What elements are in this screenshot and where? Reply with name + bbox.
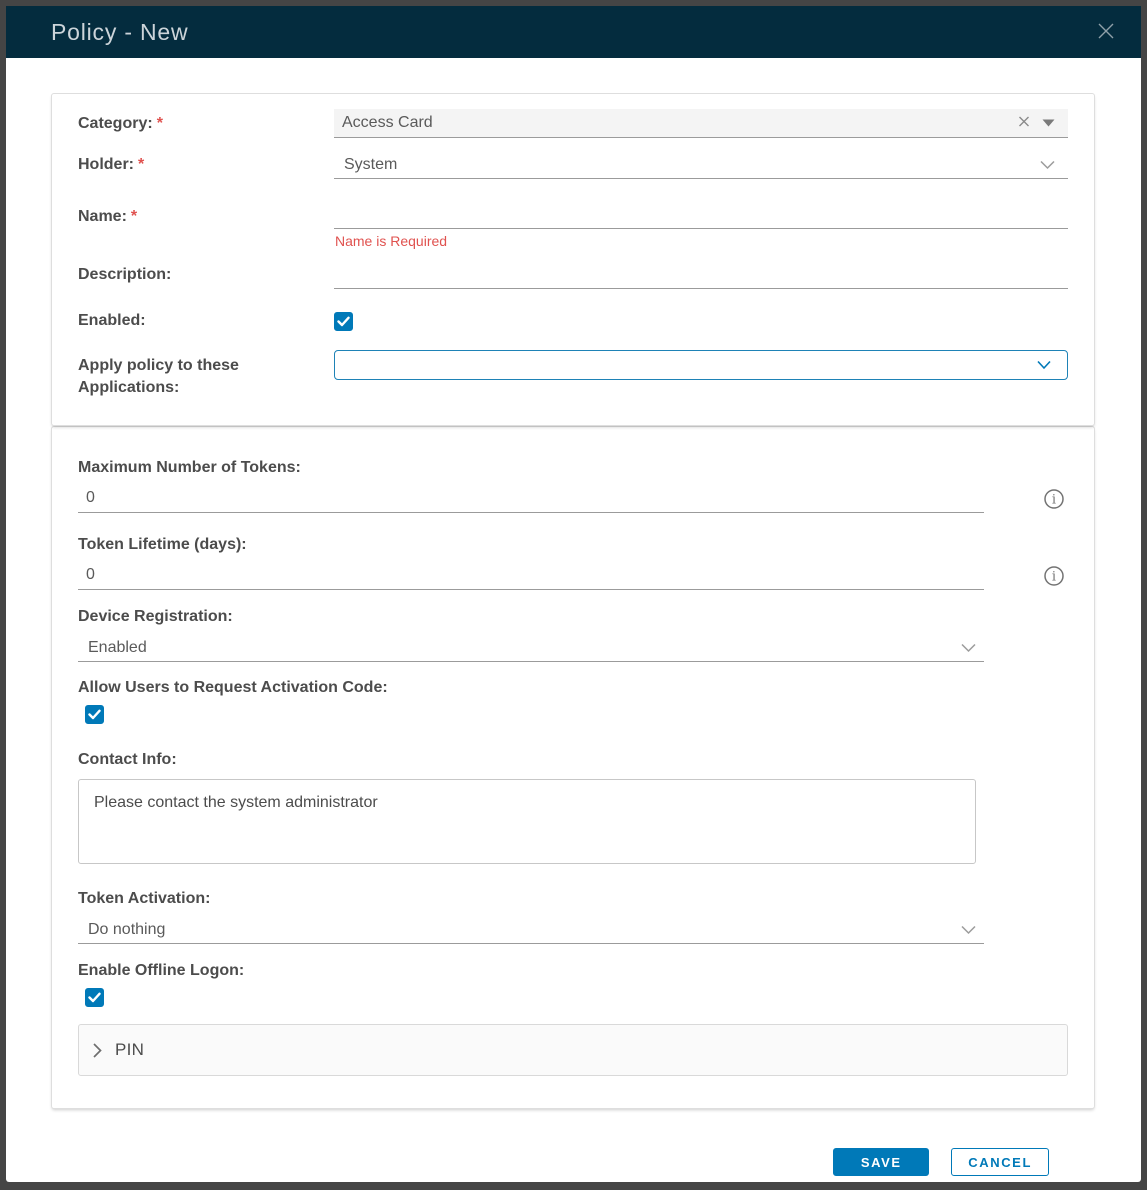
name-error-message: Name is Required — [334, 234, 1068, 249]
max-tokens-field-wrap — [78, 485, 984, 513]
device-registration-value: Enabled — [88, 639, 147, 657]
chevron-down-icon — [961, 925, 976, 934]
allow-activation-code-label: Allow Users to Request Activation Code: — [78, 677, 1068, 699]
info-icon[interactable]: i — [1043, 565, 1065, 587]
description-field-wrap — [334, 261, 1068, 289]
offline-logon-checkbox[interactable] — [85, 988, 104, 1007]
token-lifetime-row: i — [78, 562, 1068, 590]
device-registration-label: Device Registration: — [78, 606, 1068, 628]
token-activation-group: Token Activation: Do nothing — [78, 888, 1068, 944]
holder-label: Holder:* — [78, 154, 334, 176]
enabled-label: Enabled: — [78, 310, 334, 332]
contact-info-group: Contact Info: Please contact the system … — [78, 749, 1068, 869]
token-lifetime-label: Token Lifetime (days): — [78, 534, 1068, 556]
max-tokens-input[interactable] — [78, 485, 984, 513]
settings-section: Maximum Number of Tokens: i Token Lifeti… — [51, 426, 1095, 1109]
name-input[interactable] — [334, 201, 1068, 229]
svg-text:i: i — [1052, 493, 1056, 508]
description-row: Description: — [78, 261, 1068, 289]
required-asterisk: * — [157, 115, 163, 132]
applications-label: Apply policy to these Applications: — [78, 350, 334, 399]
category-row: Category:* Access Card — [78, 109, 1068, 138]
dialog-title: Policy - New — [51, 19, 1093, 46]
offline-logon-label: Enable Offline Logon: — [78, 960, 1068, 982]
checkmark-icon — [88, 709, 101, 720]
device-registration-group: Device Registration: Enabled — [78, 606, 1068, 662]
close-button[interactable] — [1093, 19, 1119, 45]
contact-info-textarea[interactable]: Please contact the system administrator — [78, 779, 976, 864]
category-label: Category:* — [78, 113, 334, 135]
clear-selection-button[interactable] — [1018, 116, 1030, 131]
token-activation-select[interactable]: Do nothing — [78, 916, 984, 944]
description-label: Description: — [78, 264, 334, 286]
checkmark-icon — [88, 992, 101, 1003]
offline-logon-group: Enable Offline Logon: — [78, 960, 1068, 1007]
applications-field-wrap — [334, 350, 1068, 380]
token-lifetime-field-wrap — [78, 562, 984, 590]
holder-select[interactable]: System — [334, 151, 1068, 179]
chevron-down-icon — [961, 643, 976, 652]
save-button[interactable]: SAVE — [833, 1148, 929, 1176]
name-label: Name:* — [78, 201, 334, 228]
holder-row: Holder:* System — [78, 151, 1068, 179]
dialog-body: Category:* Access Card — [6, 58, 1141, 1176]
allow-activation-code-group: Allow Users to Request Activation Code: — [78, 677, 1068, 724]
allow-activation-code-checkbox[interactable] — [85, 705, 104, 724]
max-tokens-row: i — [78, 485, 1068, 513]
clear-x-icon — [1018, 116, 1030, 131]
holder-value: System — [344, 156, 397, 174]
description-input[interactable] — [334, 261, 1068, 289]
category-select[interactable]: Access Card — [334, 109, 1068, 138]
holder-field-wrap: System — [334, 151, 1068, 179]
info-icon[interactable]: i — [1043, 488, 1065, 510]
required-asterisk: * — [138, 156, 144, 173]
device-registration-select[interactable]: Enabled — [78, 634, 984, 662]
close-icon — [1095, 20, 1117, 45]
dialog-footer: SAVE CANCEL — [51, 1109, 1095, 1176]
dropdown-triangle-icon[interactable] — [1042, 119, 1055, 127]
name-field-wrap: Name is Required — [334, 201, 1068, 249]
contact-info-label: Contact Info: — [78, 749, 1068, 771]
checkmark-icon — [337, 316, 350, 327]
max-tokens-group: Maximum Number of Tokens: i — [78, 457, 1068, 513]
svg-text:i: i — [1052, 570, 1056, 585]
token-activation-label: Token Activation: — [78, 888, 1068, 910]
dialog-titlebar: Policy - New — [6, 6, 1141, 58]
category-field-wrap: Access Card — [334, 109, 1068, 138]
cancel-button[interactable]: CANCEL — [951, 1148, 1049, 1176]
applications-row: Apply policy to these Applications: — [78, 350, 1068, 399]
name-row: Name:* Name is Required — [78, 201, 1068, 249]
token-lifetime-input[interactable] — [78, 562, 984, 590]
token-lifetime-group: Token Lifetime (days): i — [78, 534, 1068, 590]
category-value: Access Card — [342, 114, 433, 132]
enabled-checkbox[interactable] — [334, 312, 353, 331]
chevron-down-icon — [1040, 160, 1055, 169]
pin-section-label: PIN — [115, 1040, 144, 1060]
policy-new-dialog: Policy - New Category:* Access Card — [6, 6, 1141, 1182]
general-section: Category:* Access Card — [51, 93, 1095, 426]
token-activation-value: Do nothing — [88, 921, 165, 939]
required-asterisk: * — [131, 208, 137, 225]
applications-multiselect[interactable] — [334, 350, 1068, 380]
enabled-field-wrap — [334, 312, 1068, 331]
chevron-right-icon — [93, 1043, 102, 1058]
pin-expander[interactable]: PIN — [78, 1024, 1068, 1076]
max-tokens-label: Maximum Number of Tokens: — [78, 457, 1068, 479]
chevron-down-icon — [1037, 361, 1051, 370]
enabled-row: Enabled: — [78, 310, 1068, 332]
